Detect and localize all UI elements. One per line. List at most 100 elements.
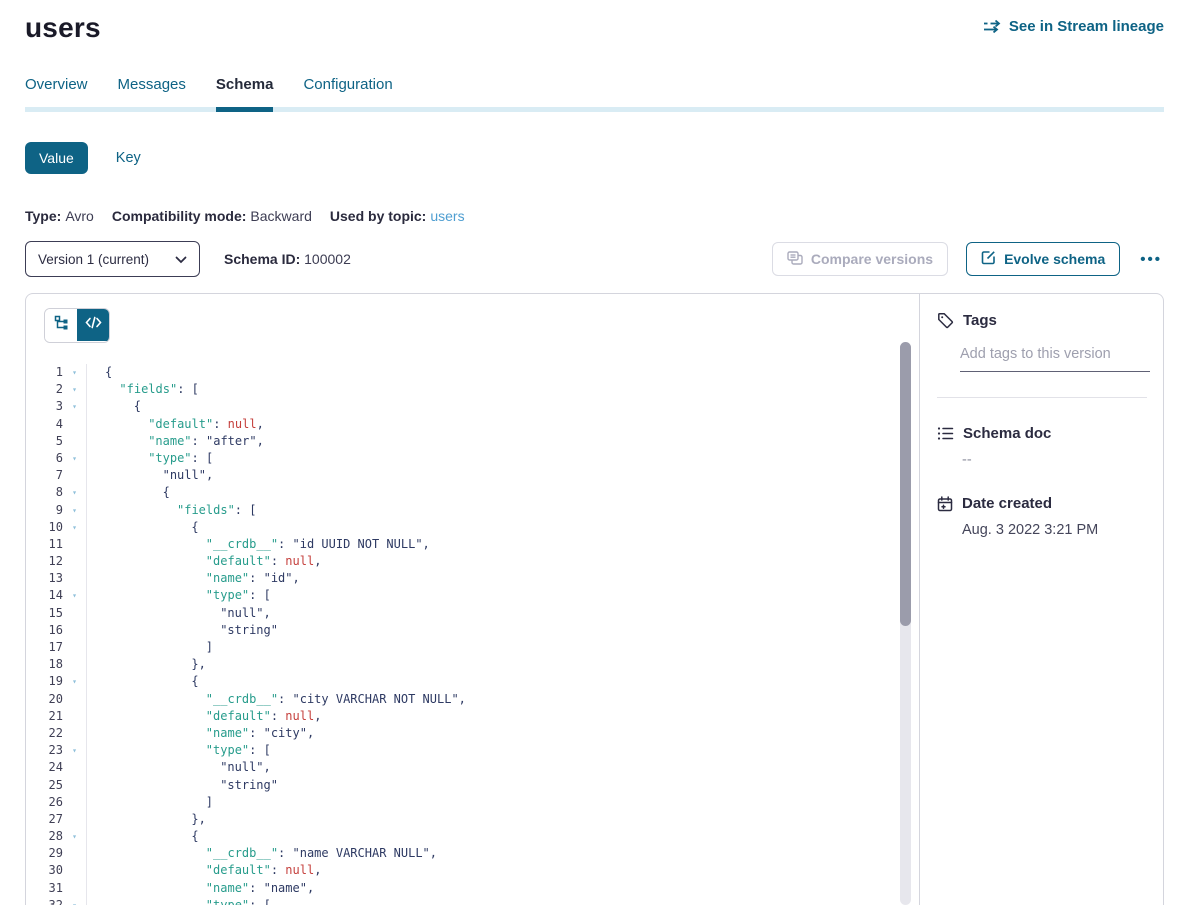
stream-lineage-label: See in Stream lineage bbox=[1009, 18, 1164, 35]
page-header: users See in Stream lineage bbox=[25, 12, 1164, 44]
tab-configuration[interactable]: Configuration bbox=[303, 76, 392, 112]
key-toggle-button[interactable]: Key bbox=[116, 150, 141, 166]
code-text: "default": null, bbox=[86, 862, 919, 879]
value-toggle-button[interactable]: Value bbox=[25, 142, 88, 174]
fold-toggle-icon[interactable]: ▾ bbox=[63, 502, 86, 519]
code-text: "type": [ bbox=[86, 742, 919, 759]
type-value: Avro bbox=[65, 208, 94, 224]
code-text: "default": null, bbox=[86, 553, 919, 570]
code-text: "type": [ bbox=[86, 450, 919, 467]
tree-view-button[interactable] bbox=[45, 309, 78, 342]
evolve-schema-button[interactable]: Evolve schema bbox=[966, 242, 1120, 276]
fold-toggle-icon[interactable]: ▾ bbox=[63, 742, 86, 759]
line-number: 16 bbox=[26, 622, 63, 639]
fold-spacer bbox=[63, 862, 86, 879]
code-line: 29"__crdb__": "name VARCHAR NULL", bbox=[26, 845, 919, 862]
code-text: { bbox=[86, 519, 919, 536]
more-options-button[interactable]: ••• bbox=[1138, 247, 1164, 272]
fold-toggle-icon[interactable]: ▾ bbox=[63, 381, 86, 398]
line-number: 5 bbox=[26, 433, 63, 450]
fold-spacer bbox=[63, 416, 86, 433]
fold-spacer bbox=[63, 605, 86, 622]
fold-toggle-icon[interactable]: ▾ bbox=[63, 673, 86, 690]
tab-schema[interactable]: Schema bbox=[216, 76, 274, 112]
line-number: 31 bbox=[26, 880, 63, 897]
topic-link[interactable]: users bbox=[430, 208, 464, 224]
code-text: "default": null, bbox=[86, 416, 919, 433]
schema-sidebar: Tags Schema do bbox=[919, 294, 1163, 905]
version-select-value: Version 1 (current) bbox=[38, 252, 149, 267]
fold-toggle-icon[interactable]: ▾ bbox=[63, 398, 86, 415]
schema-id-field: Schema ID: 100002 bbox=[224, 251, 351, 267]
fold-spacer bbox=[63, 880, 86, 897]
date-created-title: Date created bbox=[962, 495, 1052, 512]
version-toolbar-left: Version 1 (current) Schema ID: 100002 bbox=[25, 241, 351, 277]
fold-spacer bbox=[63, 691, 86, 708]
evolve-schema-label: Evolve schema bbox=[1004, 251, 1105, 267]
version-select[interactable]: Version 1 (current) bbox=[25, 241, 200, 277]
chevron-down-icon bbox=[175, 252, 187, 267]
line-number: 10 bbox=[26, 519, 63, 536]
code-line: 4 "default": null, bbox=[26, 416, 919, 433]
edit-icon bbox=[981, 250, 996, 268]
fold-spacer bbox=[63, 759, 86, 776]
fold-toggle-icon[interactable]: ▾ bbox=[63, 828, 86, 845]
used-by-topic-label: Used by topic: bbox=[330, 208, 426, 224]
editor-scrollbar-thumb[interactable] bbox=[900, 342, 911, 626]
tab-messages[interactable]: Messages bbox=[118, 76, 186, 112]
value-key-toggle: Value Key bbox=[25, 142, 1164, 174]
fold-toggle-icon[interactable]: ▾ bbox=[63, 897, 86, 905]
see-in-stream-lineage-link[interactable]: See in Stream lineage bbox=[983, 18, 1164, 35]
code-text: "name": "city", bbox=[86, 725, 919, 742]
line-number: 13 bbox=[26, 570, 63, 587]
code-view-button[interactable] bbox=[77, 308, 110, 341]
code-line: 21"default": null, bbox=[26, 708, 919, 725]
code-text: }, bbox=[86, 811, 919, 828]
code-text: { bbox=[86, 398, 919, 415]
fold-toggle-icon[interactable]: ▾ bbox=[63, 364, 86, 381]
fold-toggle-icon[interactable]: ▾ bbox=[63, 450, 86, 467]
line-number: 27 bbox=[26, 811, 63, 828]
fold-spacer bbox=[63, 433, 86, 450]
code-line: 11"__crdb__": "id UUID NOT NULL", bbox=[26, 536, 919, 553]
code-text: "null", bbox=[86, 759, 919, 776]
line-number: 25 bbox=[26, 777, 63, 794]
code-line: 5 "name": "after", bbox=[26, 433, 919, 450]
code-line: 18}, bbox=[26, 656, 919, 673]
fold-spacer bbox=[63, 777, 86, 794]
fold-toggle-icon[interactable]: ▾ bbox=[63, 484, 86, 501]
schema-json-editor: 1▾{2▾"fields": [3▾{4"default": null,5"na… bbox=[26, 364, 919, 905]
compare-versions-label: Compare versions bbox=[811, 251, 933, 267]
line-number: 7 bbox=[26, 467, 63, 484]
date-created-header: Date created bbox=[937, 495, 1147, 512]
line-number: 22 bbox=[26, 725, 63, 742]
code-text: "fields": [ bbox=[86, 502, 919, 519]
list-icon bbox=[937, 426, 954, 441]
line-number: 4 bbox=[26, 416, 63, 433]
compatibility-label: Compatibility mode: bbox=[112, 208, 247, 224]
sidebar-divider bbox=[937, 397, 1147, 398]
code-line: 2▾"fields": [ bbox=[26, 381, 919, 398]
code-line: 7"null", bbox=[26, 467, 919, 484]
fold-toggle-icon[interactable]: ▾ bbox=[63, 519, 86, 536]
tab-bar: Overview Messages Schema Configuration bbox=[25, 76, 1164, 112]
tab-overview[interactable]: Overview bbox=[25, 76, 88, 112]
code-text: "name": "id", bbox=[86, 570, 919, 587]
line-number: 29 bbox=[26, 845, 63, 862]
schema-meta-row: Type:Avro Compatibility mode:Backward Us… bbox=[25, 208, 1164, 224]
code-line: 30 "default": null, bbox=[26, 862, 919, 879]
add-tags-input[interactable] bbox=[960, 346, 1150, 372]
compatibility-value: Backward bbox=[250, 208, 311, 224]
editor-scrollbar-track[interactable] bbox=[900, 342, 911, 905]
schema-panel: 1▾{2▾"fields": [3▾{4"default": null,5"na… bbox=[25, 293, 1164, 905]
compare-versions-button[interactable]: Compare versions bbox=[772, 242, 948, 276]
code-text: { bbox=[86, 673, 919, 690]
code-view-icon bbox=[85, 316, 102, 334]
type-field: Type:Avro bbox=[25, 208, 94, 224]
code-text: "name": "after", bbox=[86, 433, 919, 450]
line-number: 3 bbox=[26, 398, 63, 415]
line-number: 30 bbox=[26, 862, 63, 879]
line-number: 32 bbox=[26, 897, 63, 905]
line-number: 1 bbox=[26, 364, 63, 381]
fold-toggle-icon[interactable]: ▾ bbox=[63, 587, 86, 604]
